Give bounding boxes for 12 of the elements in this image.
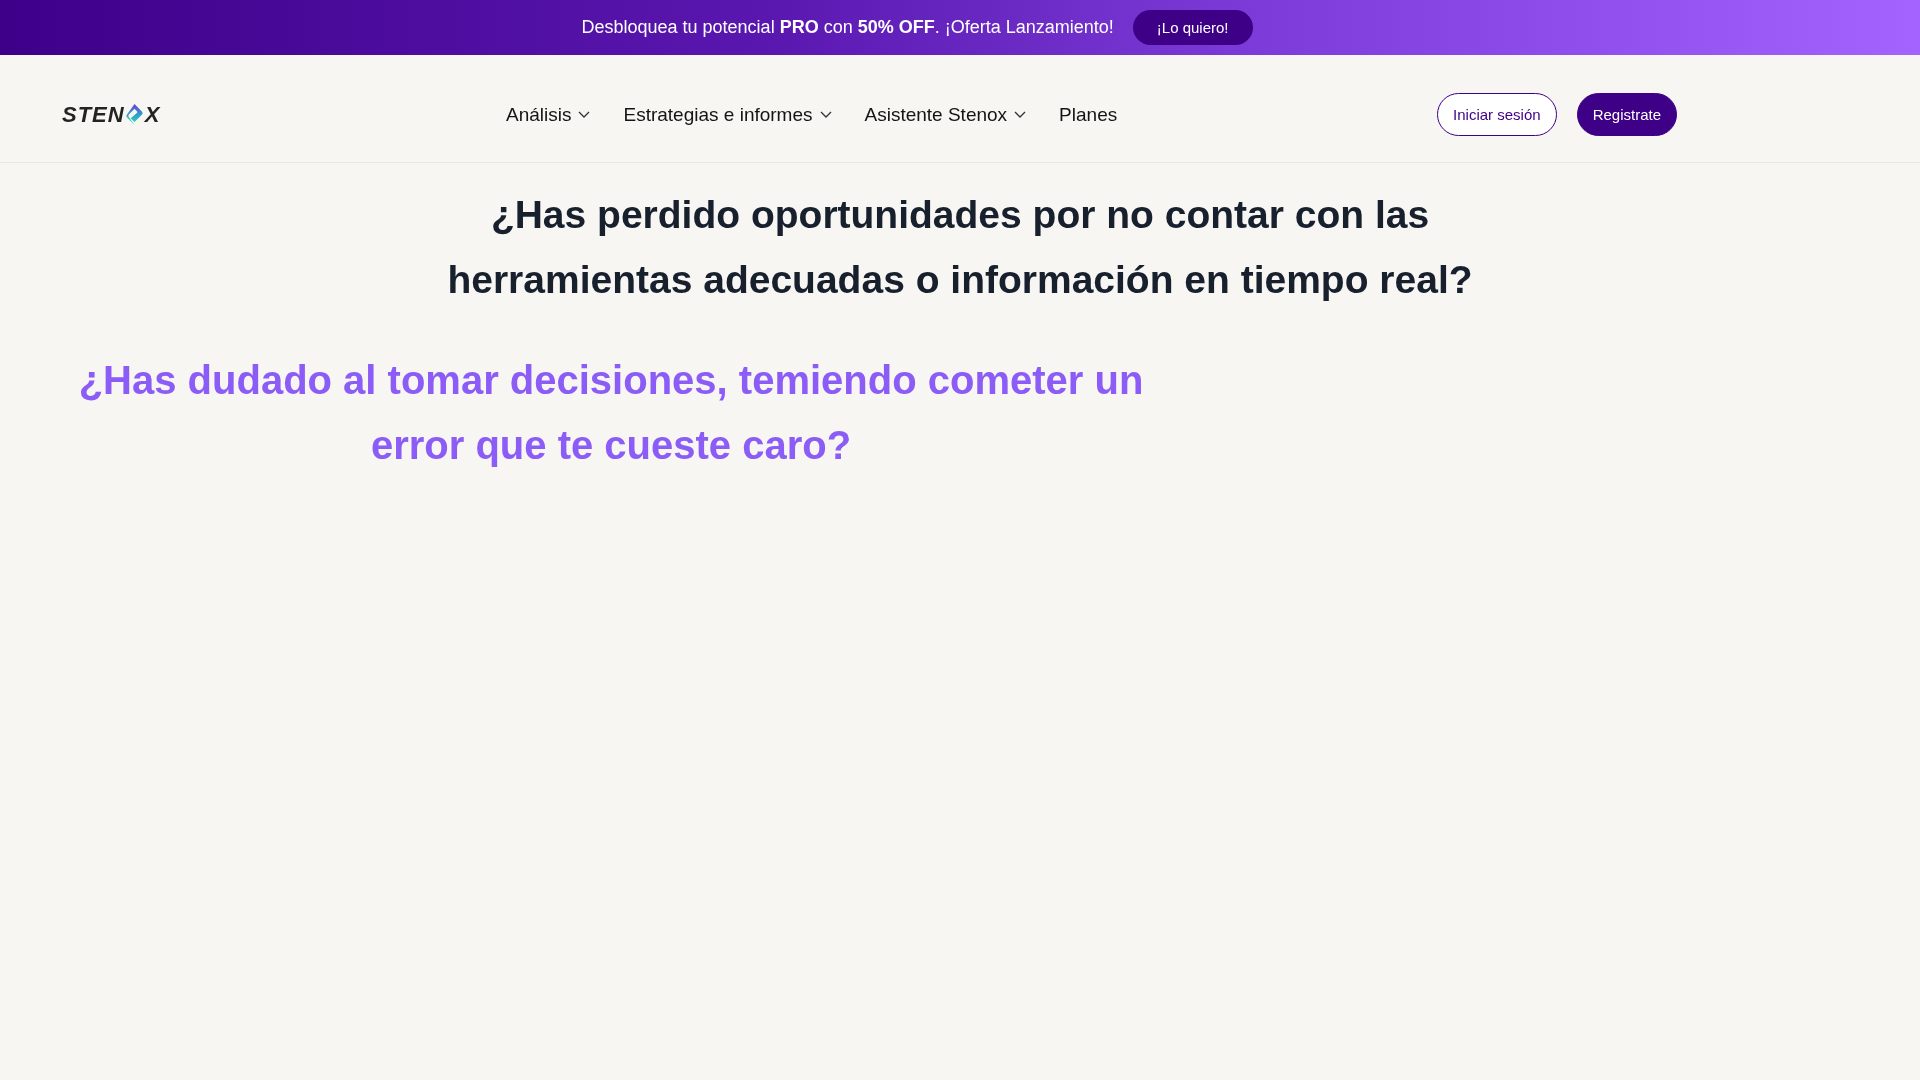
logo-mark-icon [124,103,144,126]
login-button[interactable]: Iniciar sesión [1437,93,1557,136]
subheadline: ¿Has dudado al tomar decisiones, temiendo cometer un error que te cueste caro? [77,357,1145,469]
register-button[interactable]: Registrate [1576,93,1677,136]
promo-text: Desbloquea tu potencial PRO con 50% OFF. ¡Oferta Lanzamiento! [581,17,1114,38]
nav-link[interactable]: Estrategias e informes [623,103,832,126]
logo-link[interactable]: STEN X [62,101,161,128]
headline: ¿Has perdido oportunidades por no contar con las herramientas adecuadas o información en tiempo real? [446,192,1474,303]
nav-link[interactable]: Planes [1059,103,1118,126]
nav-link[interactable]: Asistente Stenox [864,103,1027,126]
nav-link[interactable]: Análisis [506,103,591,126]
promo-button[interactable]: ¡Lo quiero! [1132,10,1253,45]
